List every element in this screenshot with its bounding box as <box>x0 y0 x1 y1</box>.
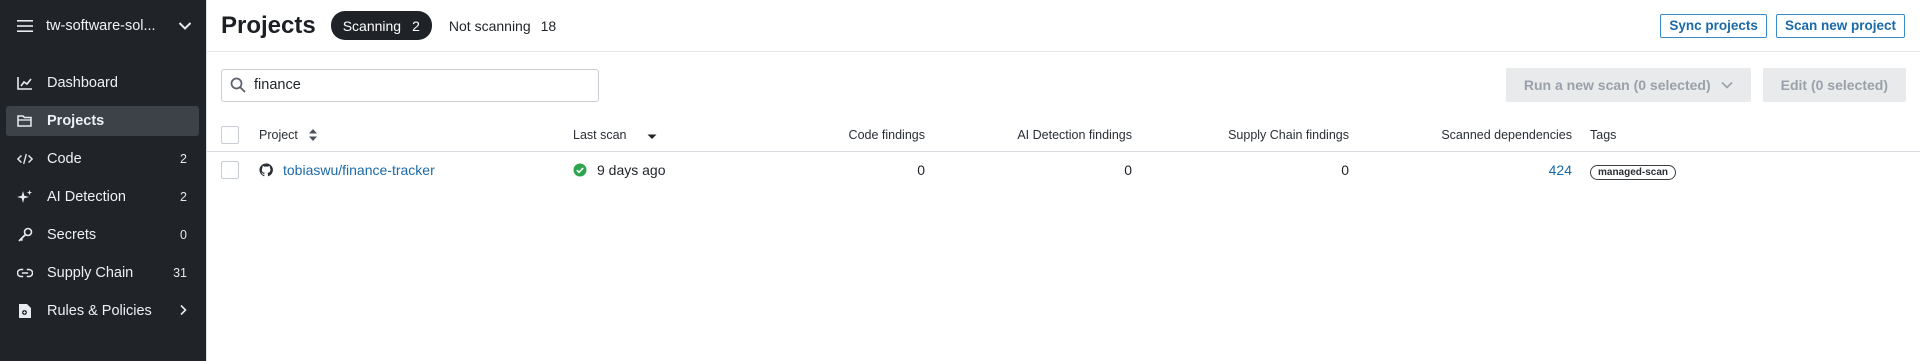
sidebar-item-label: Dashboard <box>47 75 118 91</box>
run-new-scan-button[interactable]: Run a new scan (0 selected) <box>1505 68 1751 102</box>
chart-icon <box>17 75 33 91</box>
page-header: Projects Scanning 2 Not scanning 18 Sync… <box>207 0 1920 52</box>
filter-count: 18 <box>540 17 557 34</box>
chevron-down-icon <box>1721 79 1733 91</box>
column-header-tags: Tags <box>1590 127 1617 142</box>
sidebar-item-code[interactable]: Code 2 <box>6 144 199 174</box>
sidebar-nav: Dashboard Projects Code 2 AI Detection 2… <box>0 68 206 326</box>
hamburger-menu-icon[interactable] <box>17 18 33 34</box>
search-input[interactable] <box>254 77 574 93</box>
chevron-right-icon <box>179 304 187 319</box>
sidebar-item-label: Rules & Policies <box>47 303 152 319</box>
toolbar: Run a new scan (0 selected) Edit (0 sele… <box>207 52 1920 118</box>
check-circle-icon <box>573 163 587 177</box>
sidebar: tw-software-sol... Dashboard Projects Co… <box>0 0 206 361</box>
org-switcher[interactable]: tw-software-sol... <box>0 0 206 51</box>
sort-descending-icon[interactable] <box>647 128 657 142</box>
column-header-last-scan[interactable]: Last scan <box>573 128 785 142</box>
sidebar-item-label: Projects <box>47 113 105 129</box>
header-actions: Sync projects Scan new project <box>1660 13 1905 38</box>
filter-count: 2 <box>412 17 420 34</box>
page-title: Projects <box>221 11 316 39</box>
code-findings-value: 0 <box>917 162 925 178</box>
sync-projects-button[interactable]: Sync projects <box>1660 13 1767 38</box>
row-checkbox[interactable] <box>221 161 239 179</box>
project-link[interactable]: tobiaswu/finance-tracker <box>283 162 435 178</box>
main-content: Projects Scanning 2 Not scanning 18 Sync… <box>206 0 1920 361</box>
filter-not-scanning[interactable]: Not scanning 18 <box>449 18 556 34</box>
folder-icon <box>17 113 33 129</box>
sparkle-icon <box>17 189 33 205</box>
ai-findings-value: 0 <box>1124 162 1132 178</box>
project-cell: tobiaswu/finance-tracker <box>259 162 573 178</box>
sidebar-item-label: Secrets <box>47 227 97 243</box>
filter-label: Not scanning <box>448 17 531 34</box>
tag-badge: managed-scan <box>1590 165 1677 180</box>
column-header-ai-findings[interactable]: AI Detection findings <box>925 128 1132 142</box>
key-icon <box>17 227 33 243</box>
search-box[interactable] <box>221 68 599 102</box>
last-scan-cell: 9 days ago <box>573 162 785 178</box>
sort-icon[interactable] <box>308 128 318 142</box>
run-new-scan-label: Run a new scan (0 selected) <box>1523 77 1711 93</box>
projects-table: Project Last scan Code findings AI Detec… <box>207 118 1920 188</box>
sidebar-item-rules-policies[interactable]: Rules & Policies <box>6 296 199 326</box>
sidebar-item-count: 0 <box>180 228 187 242</box>
supply-chain-findings-value: 0 <box>1341 162 1349 178</box>
column-label: Last scan <box>573 127 627 142</box>
filter-scanning[interactable]: Scanning 2 <box>330 11 432 40</box>
sidebar-item-supply-chain[interactable]: Supply Chain 31 <box>6 258 199 288</box>
bulk-actions: Run a new scan (0 selected) Edit (0 sele… <box>1505 68 1906 102</box>
scanned-dependencies-link[interactable]: 424 <box>1349 162 1572 178</box>
table-row[interactable]: tobiaswu/finance-tracker 9 days ago 0 0 … <box>207 152 1920 188</box>
sidebar-item-label: Supply Chain <box>47 265 134 281</box>
column-header-code-findings[interactable]: Code findings <box>785 128 925 142</box>
sidebar-item-dashboard[interactable]: Dashboard <box>6 68 199 98</box>
sidebar-item-label: Code <box>47 151 82 167</box>
scan-new-project-button[interactable]: Scan new project <box>1775 13 1905 38</box>
sidebar-item-count: 31 <box>173 266 187 280</box>
github-icon <box>259 163 273 177</box>
table-header: Project Last scan Code findings AI Detec… <box>207 118 1920 152</box>
sidebar-item-label: AI Detection <box>47 189 126 205</box>
select-all-checkbox[interactable] <box>221 125 239 144</box>
policy-icon <box>17 303 33 319</box>
search-icon <box>230 77 246 93</box>
link-icon <box>17 265 33 281</box>
tags-cell: managed-scan <box>1590 162 1677 180</box>
column-header-project[interactable]: Project <box>259 128 573 142</box>
last-scan-value: 9 days ago <box>597 162 666 178</box>
code-icon <box>17 151 33 167</box>
filter-label: Scanning <box>342 17 402 34</box>
chevron-down-icon[interactable] <box>178 19 192 33</box>
edit-selected-button[interactable]: Edit (0 selected) <box>1762 68 1906 102</box>
column-label: Project <box>259 127 298 142</box>
column-header-scanned-dependencies[interactable]: Scanned dependencies <box>1349 128 1572 142</box>
sidebar-item-count: 2 <box>180 152 187 166</box>
sidebar-item-secrets[interactable]: Secrets 0 <box>6 220 199 250</box>
sidebar-item-count: 2 <box>180 190 187 204</box>
sidebar-item-projects[interactable]: Projects <box>6 106 199 136</box>
column-header-supply-chain-findings[interactable]: Supply Chain findings <box>1132 128 1349 142</box>
sidebar-item-ai-detection[interactable]: AI Detection 2 <box>6 182 199 212</box>
org-name: tw-software-sol... <box>46 17 156 34</box>
